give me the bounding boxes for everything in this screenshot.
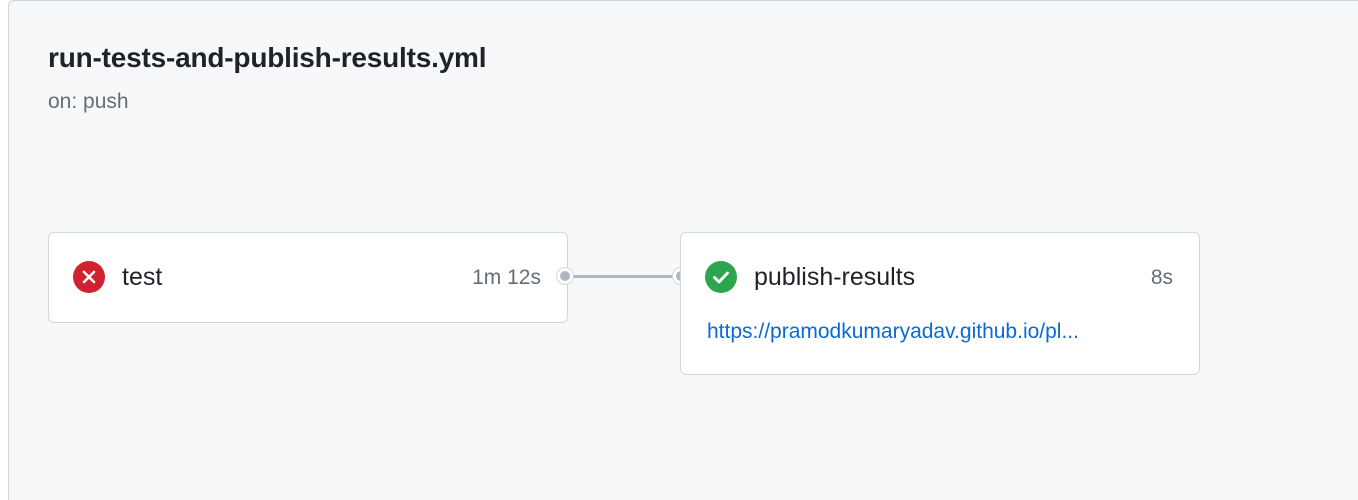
x-circle-icon: [73, 261, 105, 293]
check-circle-icon: [705, 261, 737, 293]
published-results-link[interactable]: https://pramodkumaryadav.github.io/pl...: [707, 320, 1169, 344]
job-dependency-connector: [574, 275, 674, 278]
job-name: publish-results: [754, 263, 916, 291]
job-card-test[interactable]: test 1m 12s: [48, 232, 568, 323]
connector-output-dot: [557, 268, 573, 284]
workflow-trigger: on: push: [48, 90, 129, 113]
job-duration: 1m 12s: [472, 266, 541, 289]
job-duration: 8s: [1150, 266, 1173, 289]
job-card-publish-results[interactable]: publish-results 8s https://pramodkumarya…: [680, 232, 1200, 375]
job-name: test: [122, 263, 163, 291]
workflow-title: run-tests-and-publish-results.yml: [48, 42, 487, 73]
